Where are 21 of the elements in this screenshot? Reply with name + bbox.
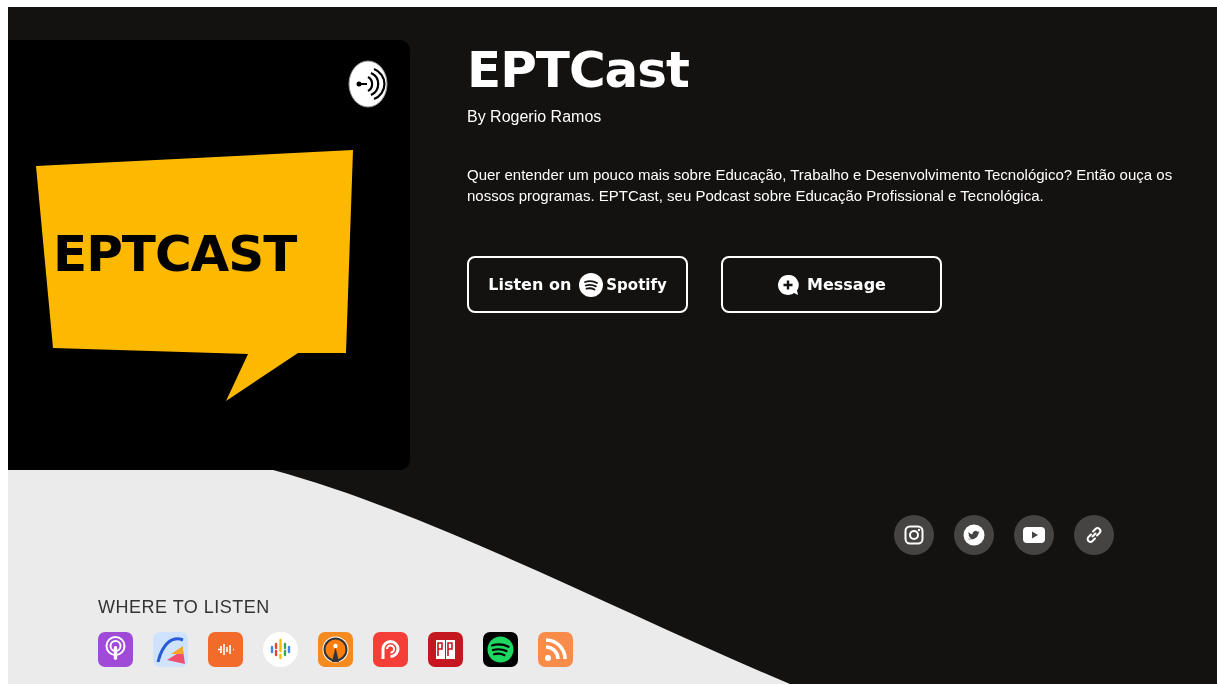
dotted-bars-icon[interactable] <box>263 632 298 667</box>
link-icon[interactable] <box>1074 515 1114 555</box>
listen-on-spotify-button[interactable]: Listen on Spotify <box>467 256 688 313</box>
podcast-title: EPTCast <box>467 40 690 100</box>
card-app-icon[interactable] <box>428 632 463 667</box>
cover-logo-text: EPTCAST <box>53 225 297 283</box>
antenna-app-icon[interactable] <box>318 632 353 667</box>
podcast-author: By Rogerio Ramos <box>467 108 603 126</box>
podcast-description: Quer entender um pouco mais sobre Educação, Trabalho e Desenvolvimento Tecnológico? Então ouça os nossos programas. EPTCast, seu Podcast sobre Educação Profissional e Tecnológica. <box>467 165 1174 206</box>
twitter-icon[interactable] <box>954 515 994 555</box>
waveform-app-icon[interactable] <box>208 632 243 667</box>
spotify-app-icon[interactable] <box>483 632 518 667</box>
youtube-icon[interactable] <box>1014 515 1054 555</box>
podcast-wave-icon <box>348 60 388 108</box>
instagram-icon[interactable] <box>894 515 934 555</box>
spotify-icon <box>579 272 604 297</box>
message-button[interactable]: Message <box>721 256 942 313</box>
where-to-listen-heading: WHERE TO LISTEN <box>98 597 271 618</box>
ring-app-icon[interactable] <box>373 632 408 667</box>
add-message-icon <box>777 273 800 296</box>
podcast-app-icon[interactable] <box>98 632 133 667</box>
